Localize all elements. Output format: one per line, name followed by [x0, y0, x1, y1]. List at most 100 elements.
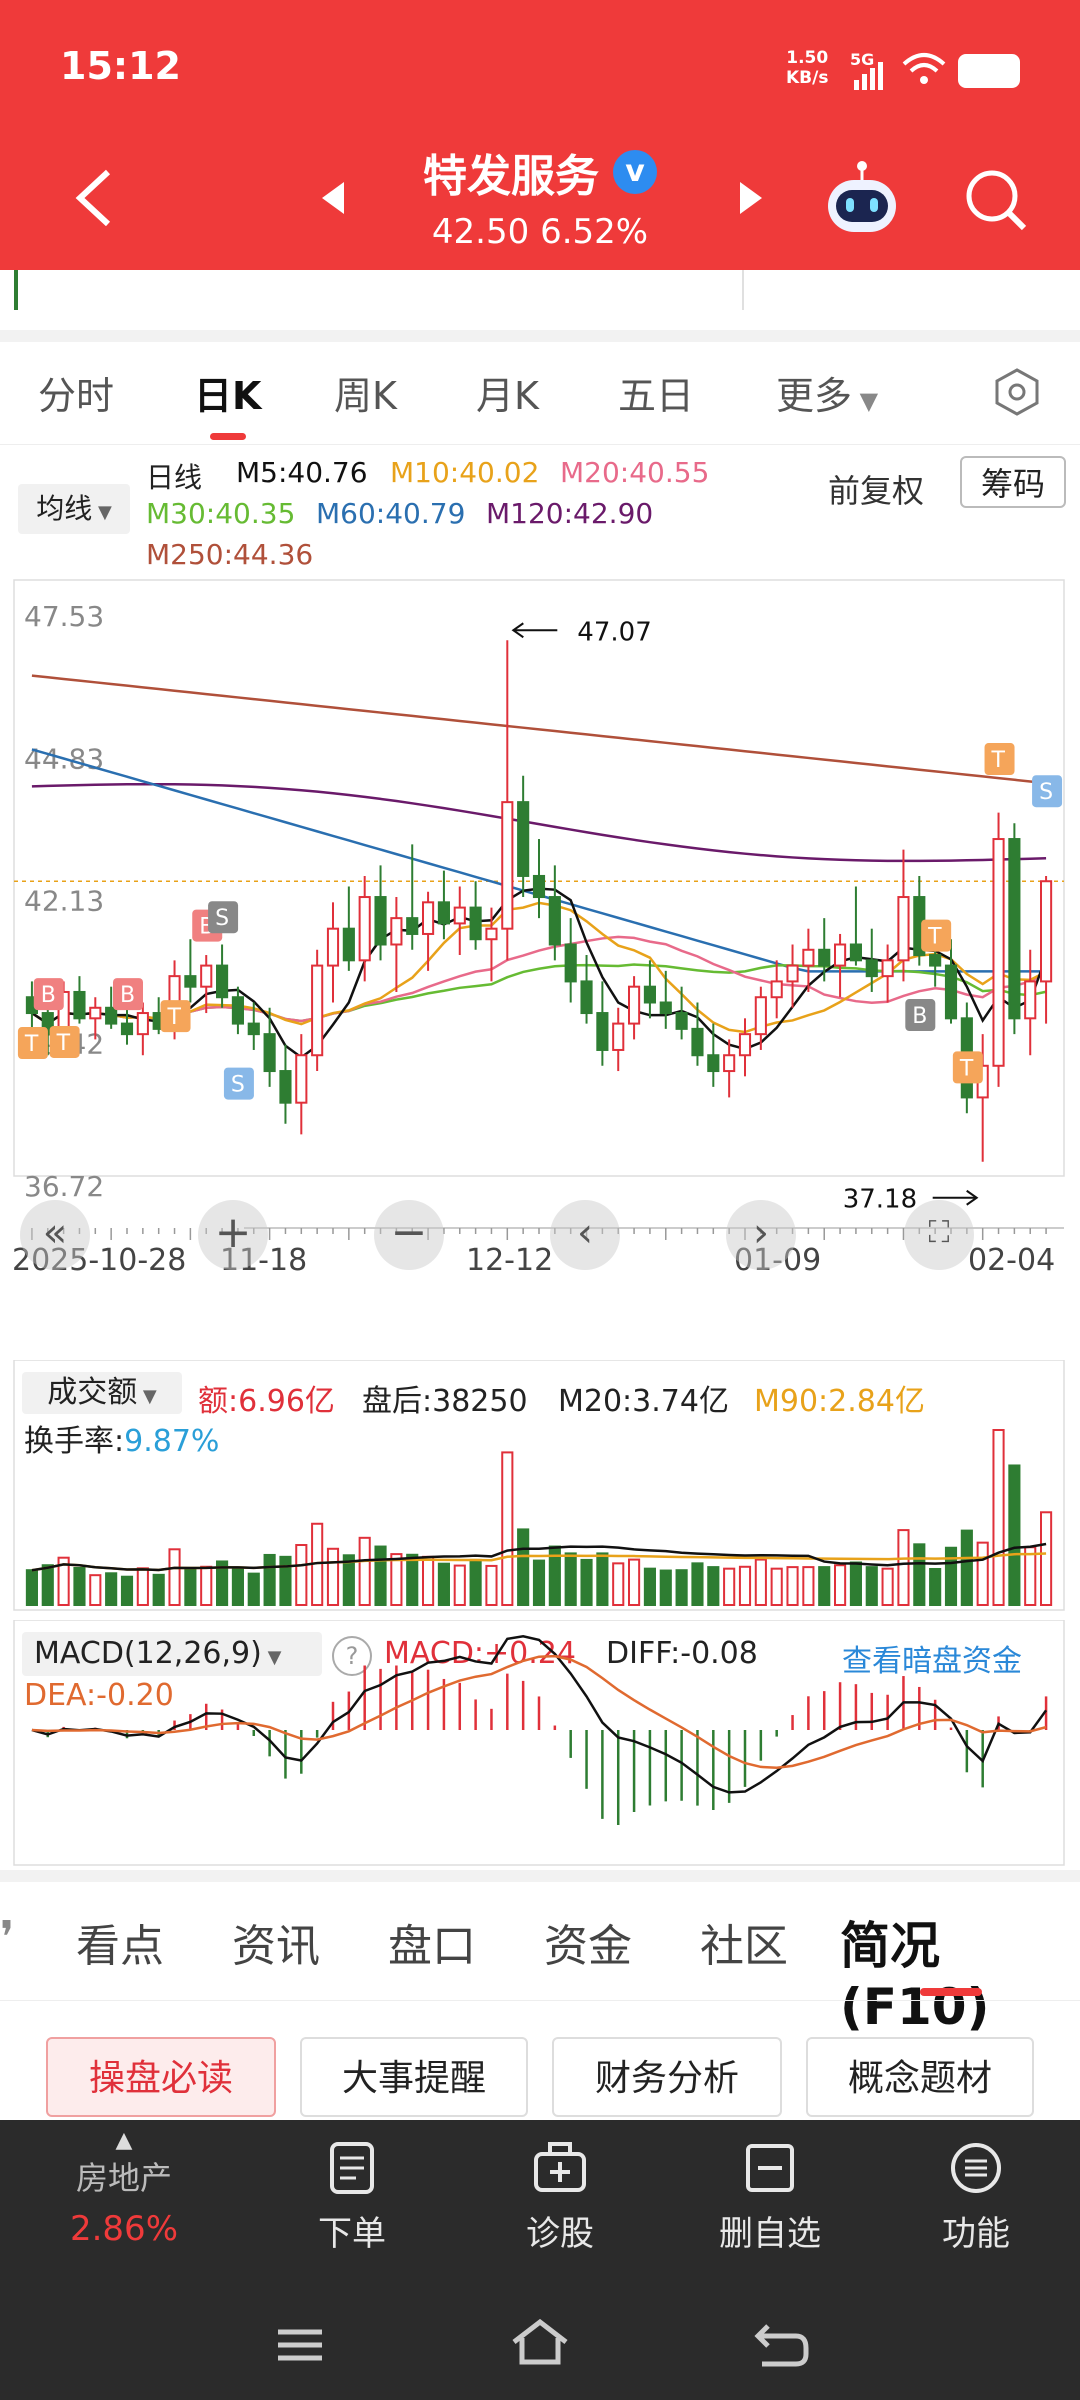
- candle-down: [469, 906, 482, 941]
- volume-bar-up: [738, 1565, 752, 1606]
- bottom-tabs-divider: [0, 2000, 1080, 2001]
- volume-bar-down: [437, 1562, 450, 1606]
- trade-marker-text: T: [927, 925, 942, 950]
- volume-bar-down: [818, 1566, 831, 1606]
- wifi-icon: [902, 53, 946, 84]
- tab-more[interactable]: 更多 ▼: [776, 365, 878, 420]
- volume-bar-down: [643, 1567, 656, 1606]
- scroll-right-button[interactable]: ›: [726, 1200, 796, 1270]
- tab-profile-f10[interactable]: 简况(F10): [840, 1906, 1080, 2036]
- volume-bar-up: [723, 1567, 736, 1606]
- trade-marker-text: S: [1039, 780, 1053, 805]
- volume-bar-up: [976, 1541, 989, 1607]
- candle-down: [865, 959, 878, 978]
- ma30-value: M30:40.35: [146, 497, 296, 530]
- prior-strip-divider: [742, 270, 744, 310]
- volume-bar-down: [152, 1573, 165, 1606]
- nav-remove-watchlist[interactable]: 删自选: [700, 2140, 840, 2255]
- nav-order[interactable]: 下单: [282, 2140, 422, 2255]
- ma-selector[interactable]: 均线 ▼: [18, 484, 130, 534]
- tab-news[interactable]: 资讯: [232, 1910, 320, 1974]
- chevron-up-icon: ▲: [115, 2128, 133, 2153]
- candle-down: [374, 896, 387, 946]
- y-tick-label: 47.53: [24, 600, 104, 633]
- candle-down: [849, 943, 862, 962]
- zoom-out-far-button[interactable]: «: [20, 1200, 90, 1270]
- tab-community[interactable]: 社区: [700, 1910, 788, 1974]
- tab-five-day[interactable]: 五日: [618, 365, 694, 420]
- system-home-icon[interactable]: [508, 2316, 572, 2370]
- candle-down: [929, 954, 942, 967]
- system-back-icon[interactable]: [750, 2318, 814, 2372]
- network-speed: 1.50 KB/s: [786, 48, 828, 88]
- volume-bar-down: [913, 1543, 926, 1606]
- search-icon[interactable]: [962, 166, 1028, 232]
- tab-intraday[interactable]: 分时: [38, 365, 114, 420]
- tab-highlights[interactable]: 看点: [76, 1910, 164, 1974]
- volume-bar-up: [1024, 1546, 1037, 1607]
- volume-bar-up: [136, 1567, 149, 1606]
- ma-line-label: 日线: [146, 461, 203, 494]
- price-adjust-toggle[interactable]: 前复权: [828, 466, 924, 512]
- candle-up: [770, 980, 783, 999]
- trade-marker-text: T: [959, 1056, 974, 1081]
- f10-must-read-button[interactable]: 操盘必读: [46, 2037, 276, 2117]
- volume-bar-up: [881, 1567, 894, 1606]
- f10-financial-button[interactable]: 财务分析: [552, 2037, 782, 2117]
- chips-button[interactable]: 筹码: [960, 456, 1066, 508]
- ma60-value: M60:40.79: [316, 497, 466, 530]
- volume-chart[interactable]: [0, 1360, 1080, 1612]
- tab-daily-k[interactable]: 日K: [194, 365, 261, 420]
- tab-weekly-k[interactable]: 周K: [334, 365, 397, 420]
- y-tick-label: 36.72: [24, 1170, 104, 1203]
- system-menu-icon[interactable]: [270, 2320, 330, 2370]
- volume-bar-up: [358, 1536, 371, 1607]
- f10-concept-button[interactable]: 概念题材: [806, 2037, 1034, 2117]
- candle-down: [231, 996, 244, 1025]
- candle-down: [517, 801, 530, 877]
- volume-bar-down: [279, 1555, 292, 1607]
- scroll-left-button[interactable]: ‹: [550, 1200, 620, 1270]
- candle-up: [326, 927, 340, 967]
- fullscreen-icon[interactable]: ⛶: [904, 1200, 974, 1270]
- candle-up: [897, 896, 910, 962]
- candle-up: [628, 985, 641, 1025]
- volume-bar-down: [469, 1558, 482, 1606]
- kline-chart[interactable]: 47.5344.8342.1339.4236.7247.0737.18BBBSS…: [0, 578, 1080, 1278]
- volume-bar-down: [691, 1562, 704, 1606]
- sector-indicator[interactable]: ▲ 房地产 2.86%: [54, 2128, 194, 2249]
- order-document-icon: [330, 2142, 374, 2194]
- x-tick-label: 02-04: [968, 1243, 1055, 1278]
- zoom-in-button[interactable]: +: [198, 1200, 268, 1270]
- tab-cutoff-icon: ❜: [0, 1912, 15, 1963]
- ma5-value: M5:40.76: [236, 456, 368, 489]
- f10-events-button[interactable]: 大事提醒: [300, 2037, 528, 2117]
- volume-bar-down: [564, 1552, 577, 1606]
- tab-orderbook[interactable]: 盘口: [388, 1910, 476, 1974]
- nav-diagnose[interactable]: 诊股: [490, 2140, 630, 2255]
- robot-assistant-icon[interactable]: [822, 160, 902, 240]
- battery-icon: [958, 54, 1020, 88]
- tab-funds[interactable]: 资金: [544, 1910, 632, 1974]
- candle-down: [105, 1006, 118, 1025]
- nav-functions[interactable]: 功能: [906, 2140, 1046, 2255]
- volume-bar-up: [992, 1429, 1005, 1606]
- candle-up: [295, 1054, 308, 1104]
- volume-bar-up: [897, 1529, 910, 1606]
- candle-down: [564, 943, 577, 983]
- candle-up: [358, 896, 371, 962]
- sector-change: 2.86%: [69, 2209, 178, 2249]
- next-stock-icon[interactable]: [736, 178, 766, 218]
- volume-bar-down: [231, 1566, 244, 1607]
- sector-name: 房地产: [75, 2159, 172, 2197]
- zoom-out-button[interactable]: −: [374, 1200, 444, 1270]
- macd-chart[interactable]: [0, 1620, 1080, 1870]
- candle-down: [216, 964, 229, 999]
- settings-hexagon-icon[interactable]: [992, 367, 1042, 417]
- volume-bar-up: [485, 1564, 498, 1607]
- low-price-label: 37.18: [843, 1185, 917, 1215]
- candle-up: [200, 964, 213, 988]
- bottom-tab-indicator: [920, 1988, 982, 1996]
- tab-monthly-k[interactable]: 月K: [476, 365, 539, 420]
- volume-bar-down: [865, 1566, 878, 1606]
